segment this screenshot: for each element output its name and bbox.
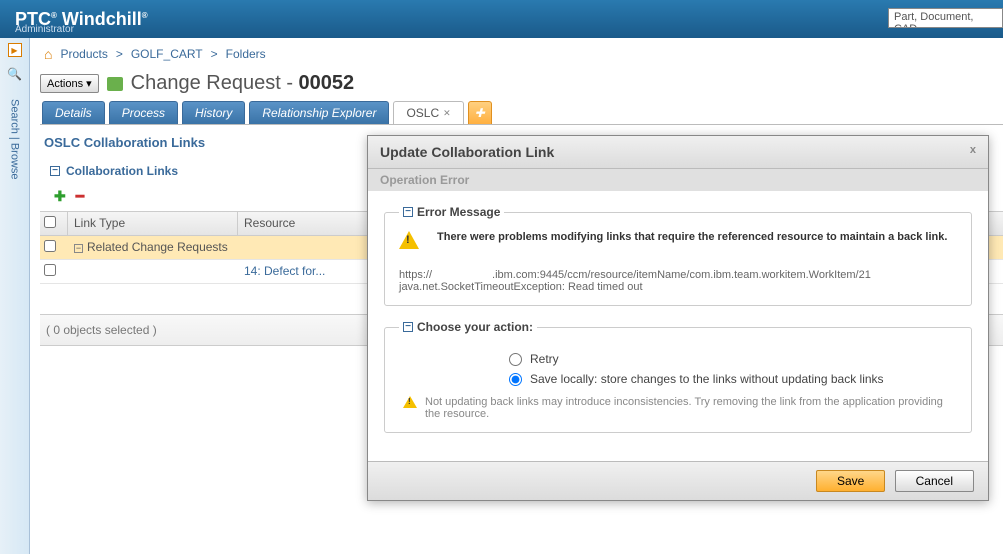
close-icon[interactable]: x bbox=[970, 144, 976, 160]
page-title: Change Request - 00052 bbox=[131, 72, 355, 95]
collapse-icon[interactable]: − bbox=[403, 322, 413, 332]
remove-link-button[interactable]: ━ bbox=[76, 188, 84, 205]
tab-details[interactable]: Details bbox=[42, 101, 105, 124]
col-link-type[interactable]: Link Type bbox=[68, 212, 238, 235]
breadcrumb-folders[interactable]: Folders bbox=[226, 47, 266, 61]
warning-icon bbox=[403, 396, 417, 408]
save-locally-radio[interactable] bbox=[509, 373, 522, 386]
error-detail: https://.ibm.com:9445/ccm/resource/itemN… bbox=[399, 269, 957, 293]
row-checkbox[interactable] bbox=[44, 264, 56, 276]
add-link-button[interactable]: ✚ bbox=[54, 188, 66, 205]
tab-history[interactable]: History bbox=[182, 101, 245, 124]
left-rail: 🔍 Search | Browse bbox=[0, 38, 30, 554]
error-text: There were problems modifying links that… bbox=[437, 231, 947, 243]
app-header: PTC® Windchill® Administrator Part, Docu… bbox=[0, 0, 1003, 38]
save-locally-label: Save locally: store changes to the links… bbox=[530, 372, 884, 386]
tab-bar: Details Process History Relationship Exp… bbox=[40, 101, 1003, 125]
global-search-input[interactable]: Part, Document, CAD bbox=[888, 8, 1003, 28]
tab-process[interactable]: Process bbox=[109, 101, 178, 124]
choose-action-group: − Choose your action: Retry Save locally… bbox=[384, 320, 972, 433]
rail-label[interactable]: Search | Browse bbox=[9, 99, 21, 180]
dialog-title-bar[interactable]: Update Collaboration Link x bbox=[368, 136, 988, 169]
tree-collapse-icon[interactable]: − bbox=[74, 244, 83, 253]
actions-dropdown[interactable]: Actions ▾ bbox=[40, 74, 99, 93]
breadcrumb-products[interactable]: Products bbox=[60, 47, 107, 61]
dialog-subtitle: Operation Error bbox=[368, 169, 988, 191]
retry-radio[interactable] bbox=[509, 353, 522, 366]
dialog-title: Update Collaboration Link bbox=[380, 144, 554, 160]
admin-label: Administrator bbox=[15, 24, 74, 35]
retry-label: Retry bbox=[530, 352, 559, 366]
warning-icon bbox=[399, 231, 419, 249]
error-message-group: − Error Message There were problems modi… bbox=[384, 205, 972, 306]
redacted-host bbox=[432, 270, 492, 280]
collapse-icon[interactable]: − bbox=[403, 207, 413, 217]
search-icon[interactable]: 🔍 bbox=[7, 67, 22, 81]
breadcrumb-golfcart[interactable]: GOLF_CART bbox=[131, 47, 203, 61]
dialog-footer: Save Cancel bbox=[368, 461, 988, 500]
tab-oslc[interactable]: OSLC ✕ bbox=[393, 101, 463, 124]
tab-add[interactable]: ✚ bbox=[468, 101, 492, 124]
update-collab-dialog: Update Collaboration Link x Operation Er… bbox=[367, 135, 989, 501]
note-text: Not updating back links may introduce in… bbox=[425, 396, 953, 420]
home-icon[interactable]: ⌂ bbox=[44, 46, 52, 62]
collapse-icon[interactable]: − bbox=[50, 166, 60, 176]
change-request-icon bbox=[107, 77, 123, 91]
breadcrumb: ⌂ Products > GOLF_CART > Folders bbox=[40, 46, 1003, 62]
expand-rail-icon[interactable] bbox=[8, 43, 22, 57]
select-all-checkbox[interactable] bbox=[44, 216, 56, 228]
cancel-button[interactable]: Cancel bbox=[895, 470, 974, 492]
tab-relationship-explorer[interactable]: Relationship Explorer bbox=[249, 101, 389, 124]
save-button[interactable]: Save bbox=[816, 470, 885, 492]
row-checkbox[interactable] bbox=[44, 240, 56, 252]
